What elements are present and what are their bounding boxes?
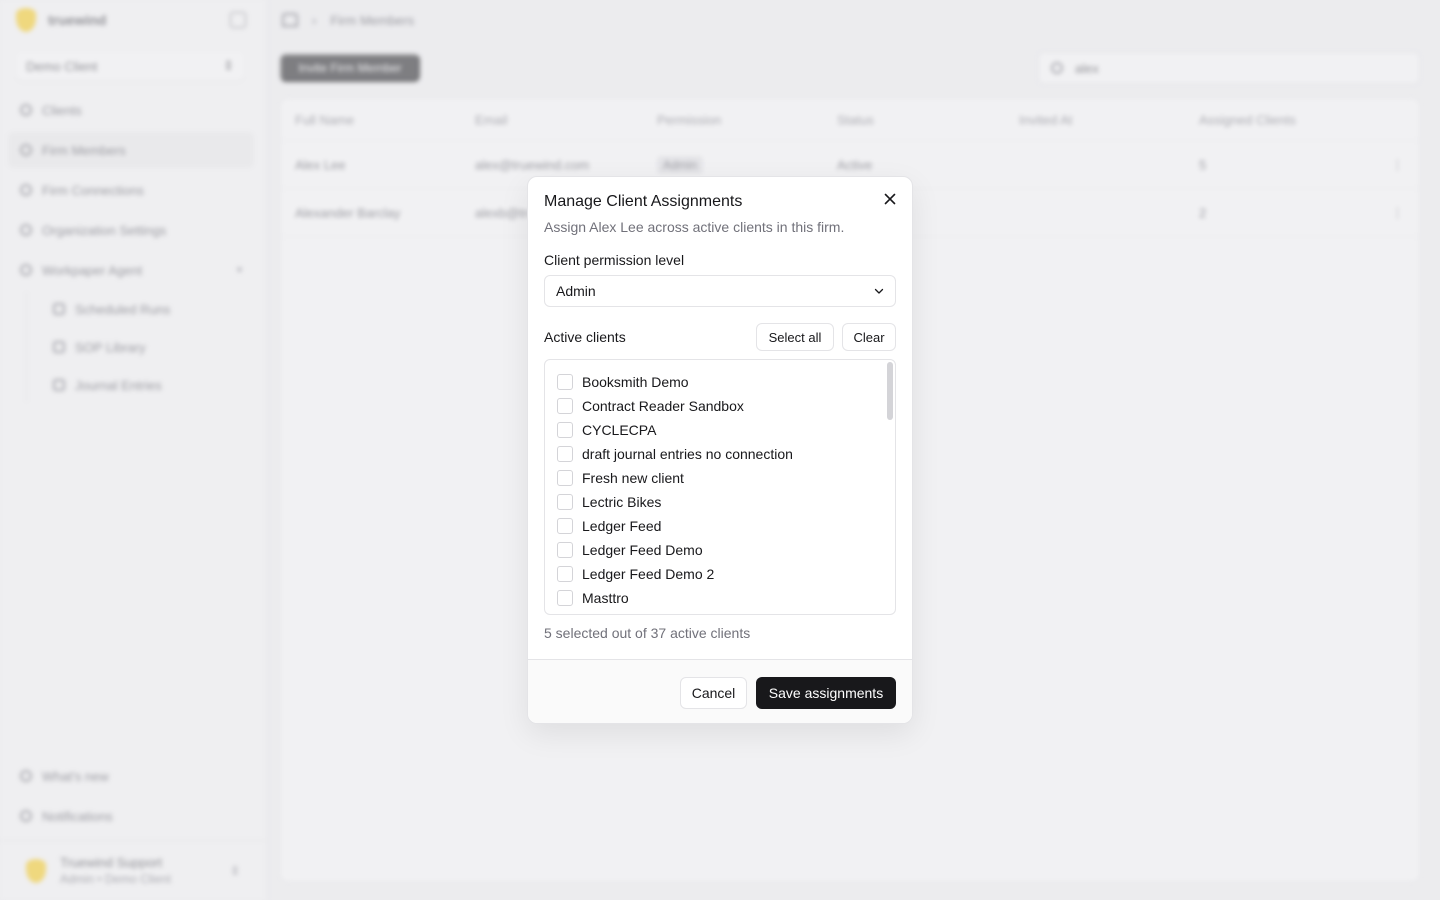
client-checkbox[interactable] (557, 590, 573, 606)
permission-level-select[interactable]: Admin (544, 275, 896, 307)
client-name: Lectric Bikes (582, 494, 662, 510)
client-name: Masttro (582, 590, 629, 606)
client-checkbox[interactable] (557, 398, 573, 414)
client-checkbox[interactable] (557, 518, 573, 534)
cancel-button[interactable]: Cancel (680, 677, 747, 709)
list-item[interactable]: Ledger Feed Demo (545, 538, 885, 562)
client-name: Ledger Feed Demo (582, 542, 703, 558)
list-item[interactable]: Masttro (545, 586, 885, 610)
dialog-description: Assign Alex Lee across active clients in… (544, 219, 845, 235)
dialog-title: Manage Client Assignments (544, 193, 743, 210)
clear-button[interactable]: Clear (842, 323, 896, 351)
permission-level-value: Admin (556, 283, 596, 299)
select-all-button[interactable]: Select all (756, 323, 834, 351)
client-checkbox[interactable] (557, 566, 573, 582)
list-item[interactable]: draft journal entries no connection (545, 442, 885, 466)
client-name: Fresh new client (582, 470, 684, 486)
client-name: draft journal entries no connection (582, 446, 793, 462)
permission-level-label: Client permission level (544, 252, 685, 268)
client-name: CYCLECPA (582, 422, 657, 438)
list-item[interactable]: Lectric Bikes (545, 490, 885, 514)
dialog-footer: Cancel Save assignments (528, 659, 912, 723)
client-list-items: Booksmith Demo Contract Reader Sandbox C… (545, 370, 885, 610)
list-item[interactable]: Contract Reader Sandbox (545, 394, 885, 418)
active-clients-label: Active clients (544, 329, 626, 345)
client-name: Ledger Feed Demo 2 (582, 566, 715, 582)
list-item[interactable]: Fresh new client (545, 466, 885, 490)
close-icon[interactable] (882, 191, 898, 207)
save-assignments-button[interactable]: Save assignments (756, 677, 896, 709)
client-checkbox[interactable] (557, 542, 573, 558)
client-list[interactable]: Booksmith Demo Contract Reader Sandbox C… (544, 359, 896, 615)
client-checkbox[interactable] (557, 374, 573, 390)
list-item[interactable]: Ledger Feed (545, 514, 885, 538)
list-item[interactable]: CYCLECPA (545, 418, 885, 442)
chevron-down-icon (874, 288, 884, 294)
client-list-scrollbar[interactable] (887, 362, 893, 420)
client-name: Ledger Feed (582, 518, 662, 534)
list-item[interactable]: Ledger Feed Demo 2 (545, 562, 885, 586)
list-item[interactable]: Booksmith Demo (545, 370, 885, 394)
client-name: Contract Reader Sandbox (582, 398, 744, 414)
selection-summary: 5 selected out of 37 active clients (544, 625, 751, 641)
client-name: Booksmith Demo (582, 374, 689, 390)
client-checkbox[interactable] (557, 422, 573, 438)
manage-client-assignments-dialog: Manage Client Assignments Assign Alex Le… (527, 176, 913, 724)
client-checkbox[interactable] (557, 494, 573, 510)
client-checkbox[interactable] (557, 470, 573, 486)
client-checkbox[interactable] (557, 446, 573, 462)
